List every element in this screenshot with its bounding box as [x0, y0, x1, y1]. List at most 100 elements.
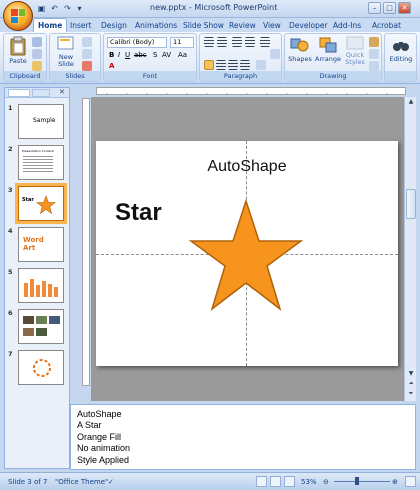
horizontal-ruler	[96, 87, 406, 95]
scroll-down-icon[interactable]: ▼	[406, 369, 416, 379]
tab-developer[interactable]: Developer	[289, 19, 328, 32]
shape-effects-icon[interactable]	[369, 61, 379, 71]
bold-icon[interactable]: B	[109, 51, 114, 59]
zoom-slider[interactable]	[334, 481, 390, 482]
previous-slide-icon[interactable]: ⏶	[406, 379, 416, 389]
shadow-icon[interactable]: S	[153, 51, 157, 59]
zoom-out-icon[interactable]: ⊖	[323, 478, 329, 486]
status-bar: Slide 3 of 7 "Office Theme" ✓ 53% ⊖ ⊕	[0, 472, 420, 490]
strikethrough-icon[interactable]: abc	[134, 51, 147, 59]
arrange-button[interactable]: Arrange	[314, 36, 342, 63]
tab-view[interactable]: View	[263, 19, 281, 32]
shape-outline-icon[interactable]	[369, 49, 379, 59]
font-size-combo[interactable]: 11	[170, 37, 194, 48]
office-button[interactable]	[3, 1, 33, 31]
zoom-level[interactable]: 53%	[301, 478, 317, 486]
close-panel-icon[interactable]: ✕	[59, 88, 65, 96]
tab-review[interactable]: Review	[229, 19, 256, 32]
format-painter-icon[interactable]	[32, 61, 42, 71]
zoom-slider-thumb[interactable]	[355, 477, 359, 485]
decrease-indent-icon[interactable]	[232, 37, 242, 47]
align-left-icon[interactable]	[204, 60, 214, 70]
slide-thumbnail-7[interactable]: 7	[5, 350, 69, 390]
spacing-icon[interactable]: AV	[162, 51, 171, 59]
notes-line: AutoShape	[77, 409, 122, 419]
align-center-icon[interactable]	[216, 60, 226, 70]
copy-icon[interactable]	[32, 49, 42, 59]
star-autoshape[interactable]	[188, 199, 304, 315]
slide-thumbnail-1[interactable]: 1 Sample	[5, 104, 69, 144]
notes-line: No animation	[77, 443, 131, 454]
slide-sorter-icon[interactable]	[270, 476, 281, 487]
text-direction-icon[interactable]	[270, 49, 280, 59]
outline-tab[interactable]	[32, 89, 50, 97]
editing-group-label	[385, 71, 416, 81]
binoculars-icon	[393, 42, 409, 51]
increase-indent-icon[interactable]	[245, 37, 255, 47]
font-name-combo[interactable]: Calibri (Body)	[107, 37, 167, 48]
spellcheck-icon[interactable]: ✓	[108, 478, 114, 486]
minimize-icon[interactable]: –	[368, 2, 381, 14]
paste-button[interactable]: Paste	[7, 36, 29, 65]
shape-fill-icon[interactable]	[369, 37, 379, 47]
theme-name[interactable]: "Office Theme"	[55, 478, 108, 486]
cut-icon[interactable]	[32, 37, 42, 47]
delete-icon[interactable]	[82, 61, 92, 71]
tab-slide-show[interactable]: Slide Show	[183, 19, 224, 32]
drawing-group-label: Drawing	[285, 71, 381, 81]
tab-acrobat[interactable]: Acrobat	[372, 19, 401, 32]
current-slide[interactable]: AutoShape Star	[96, 141, 398, 366]
maximize-icon[interactable]: □	[383, 2, 396, 14]
tab-animations[interactable]: Animations	[135, 19, 177, 32]
save-icon[interactable]: ▣	[36, 3, 47, 14]
slide-thumbnail-2[interactable]: 2 Presentation Content	[5, 145, 69, 185]
scroll-up-icon[interactable]: ▲	[406, 97, 416, 107]
zoom-in-icon[interactable]: ⊕	[392, 478, 398, 486]
underline-icon[interactable]: U	[125, 51, 130, 59]
customize-icon[interactable]: ▾	[74, 3, 85, 14]
tab-add-ins[interactable]: Add-Ins	[333, 19, 361, 32]
slide-thumbnail-5[interactable]: 5	[5, 268, 69, 308]
slides-tab[interactable]	[8, 89, 30, 97]
align-right-icon[interactable]	[228, 60, 238, 70]
tab-home[interactable]: Home	[33, 18, 68, 33]
columns-icon[interactable]	[256, 60, 266, 70]
font-color-icon[interactable]: A	[109, 62, 114, 70]
scroll-thumb[interactable]	[406, 189, 416, 219]
font-group-label: Font	[104, 71, 196, 81]
slide-thumbnail-4[interactable]: 4 Word Art	[5, 227, 69, 267]
notes-pane[interactable]: AutoShape A Star Orange Fill No animatio…	[70, 404, 416, 470]
numbering-icon[interactable]	[217, 37, 227, 47]
slide-thumbnail-3[interactable]: 3 Star	[5, 183, 69, 226]
editing-button[interactable]: Editing	[386, 36, 416, 63]
layout-icon[interactable]	[82, 37, 92, 47]
bullets-icon[interactable]	[204, 37, 214, 47]
slideshow-view-icon[interactable]	[284, 476, 295, 487]
slide-star-label[interactable]: Star	[115, 199, 162, 227]
slide-counter: Slide 3 of 7	[8, 478, 48, 486]
star-thumbnail-icon	[36, 195, 56, 215]
redo-icon[interactable]: ↷	[62, 3, 73, 14]
slide-title[interactable]: AutoShape	[96, 158, 398, 176]
normal-view-icon[interactable]	[256, 476, 267, 487]
undo-icon[interactable]: ↶	[49, 3, 60, 14]
new-slide-icon	[57, 36, 74, 50]
shapes-button[interactable]: Shapes	[287, 36, 313, 63]
quick-styles-icon	[346, 36, 364, 50]
clipboard-group: Paste Clipboard	[3, 33, 47, 82]
reset-icon[interactable]	[82, 49, 92, 59]
quick-styles-button[interactable]: Quick Styles	[343, 36, 367, 66]
change-case-icon[interactable]: Aa	[178, 51, 187, 59]
tab-insert[interactable]: Insert	[70, 19, 92, 32]
close-icon[interactable]: ✕	[398, 2, 411, 14]
fit-to-window-icon[interactable]	[405, 476, 416, 487]
new-slide-button[interactable]: New Slide	[54, 36, 78, 68]
tab-design[interactable]: Design	[101, 19, 127, 32]
vertical-scrollbar[interactable]: ▲ ▼ ⏶ ⏷	[404, 97, 416, 401]
slide-thumbnail-6[interactable]: 6	[5, 309, 69, 349]
paragraph-group-label: Paragraph	[200, 71, 281, 81]
italic-icon[interactable]: I	[118, 51, 120, 59]
justify-icon[interactable]	[240, 60, 250, 70]
line-spacing-icon[interactable]	[260, 37, 270, 47]
next-slide-icon[interactable]: ⏷	[406, 389, 416, 399]
